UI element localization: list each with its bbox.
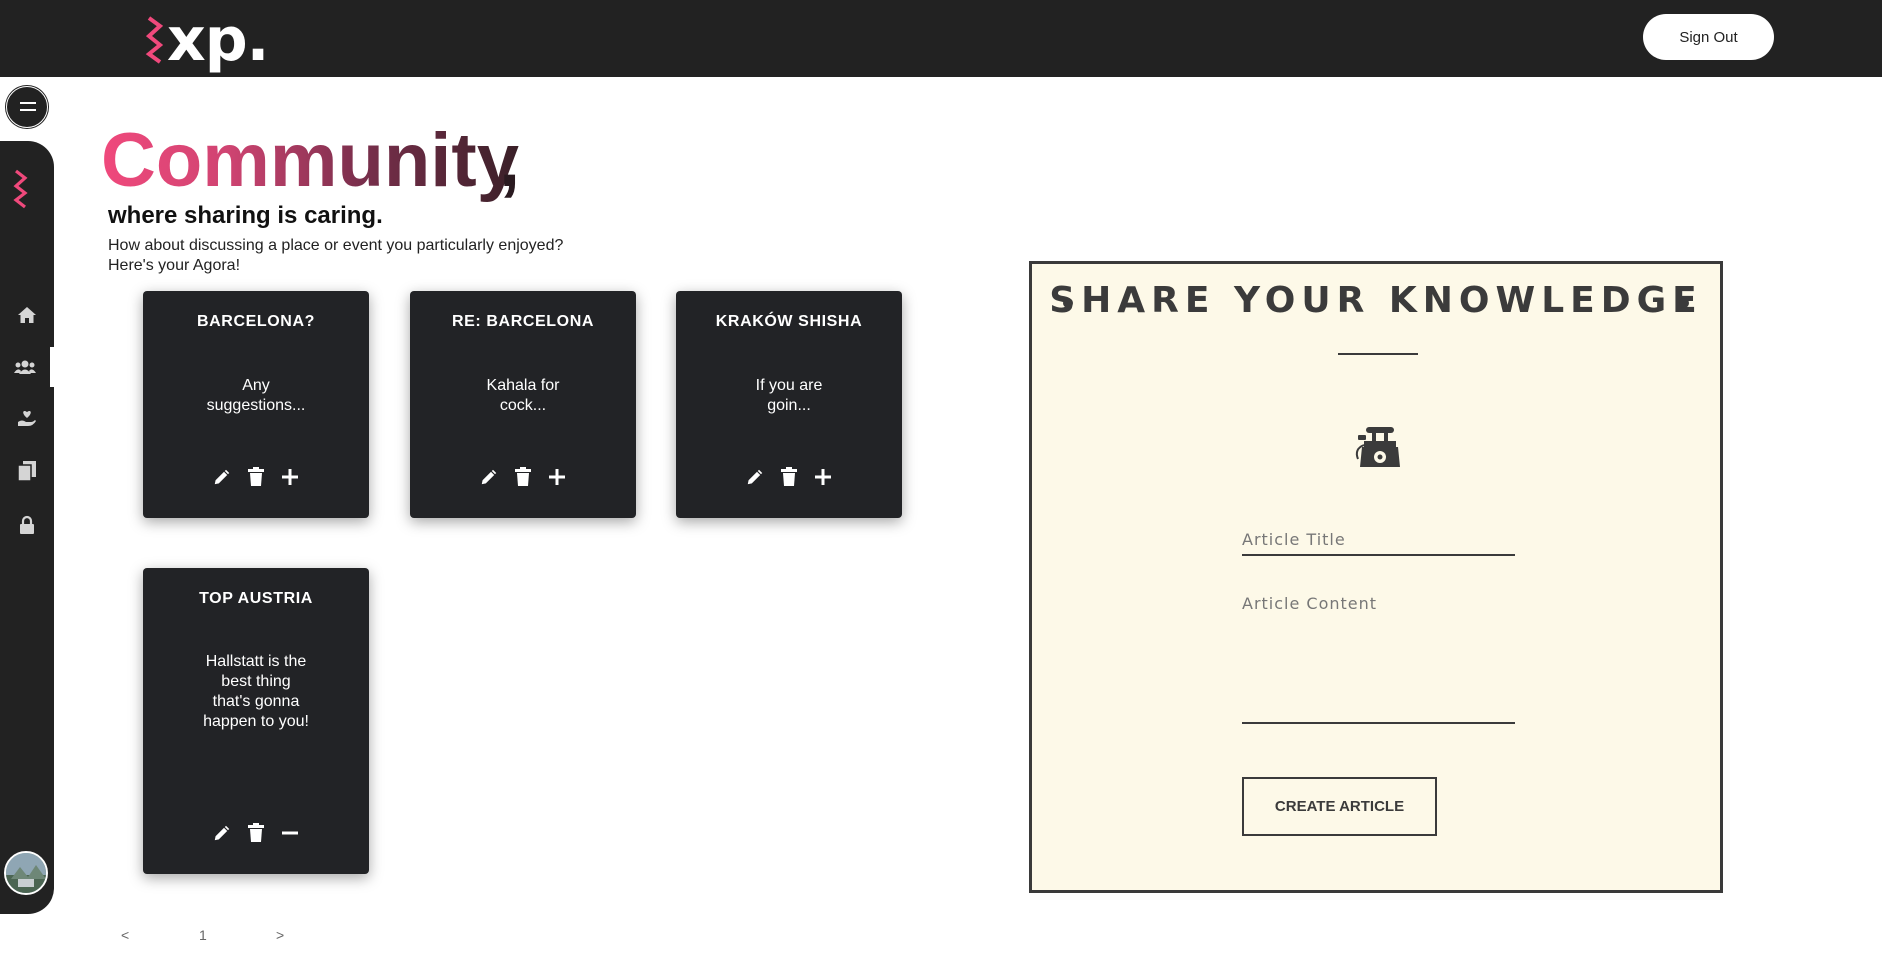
trash-icon	[248, 823, 264, 842]
card-actions	[410, 464, 636, 490]
page-description: How about discussing a place or event yo…	[108, 237, 564, 274]
add-button[interactable]	[812, 466, 834, 488]
share-knowledge-panel: SHARE YOUR KNOWLEDGE CREATE ARTICLE	[1029, 261, 1723, 893]
top-bar: xp. Sign Out	[0, 0, 1882, 77]
pencil-icon	[213, 824, 231, 842]
avatar-photo	[6, 853, 46, 893]
title-dot-right	[1679, 298, 1689, 308]
page-subtitle: where sharing is caring.	[108, 202, 383, 229]
card-actions	[143, 820, 369, 846]
minus-icon	[282, 831, 298, 835]
sidebar-item-documents[interactable]	[0, 451, 54, 491]
page-title-comma: ,	[499, 118, 521, 203]
pagination-next[interactable]: >	[276, 927, 284, 943]
pencil-icon	[480, 468, 498, 486]
community-icon	[14, 360, 36, 374]
delete-button[interactable]	[512, 466, 534, 488]
home-icon	[18, 307, 36, 323]
article-content-input[interactable]	[1242, 594, 1515, 724]
article-card[interactable]: RE: BARCELONA Kahala for cock...	[410, 291, 636, 518]
pagination-current-page[interactable]: 1	[199, 927, 207, 943]
delete-button[interactable]	[778, 466, 800, 488]
edit-button[interactable]	[744, 466, 766, 488]
plus-icon	[282, 469, 298, 485]
delete-button[interactable]	[245, 466, 267, 488]
pencil-icon	[213, 468, 231, 486]
article-card[interactable]: KRAKÓW SHISHA If you are goin...	[676, 291, 902, 518]
delete-button[interactable]	[245, 822, 267, 844]
card-excerpt: Kahala for cock...	[486, 377, 560, 414]
documents-icon	[17, 461, 36, 482]
collapse-button[interactable]	[279, 822, 301, 844]
article-card-expanded[interactable]: TOP AUSTRIA Hallstatt is the best thing …	[143, 568, 369, 874]
card-actions	[676, 464, 902, 490]
card-title: BARCELONA?	[197, 313, 315, 330]
add-button[interactable]	[546, 466, 568, 488]
sidebar	[0, 141, 54, 914]
lock-icon	[20, 515, 34, 534]
menu-line-icon	[20, 109, 36, 111]
edit-button[interactable]	[211, 466, 233, 488]
menu-line-icon	[20, 102, 36, 104]
article-title-input[interactable]	[1242, 524, 1515, 556]
article-card[interactable]: BARCELONA? Any suggestions...	[143, 291, 369, 518]
sidebar-logo[interactable]	[12, 169, 28, 214]
share-panel-title: SHARE YOUR KNOWLEDGE	[1049, 280, 1703, 321]
card-actions	[143, 464, 369, 490]
sidebar-item-community[interactable]	[0, 347, 54, 387]
heart-hand-icon	[18, 410, 36, 426]
vintage-telephone-icon	[1352, 425, 1404, 474]
card-excerpt: If you are goin...	[755, 377, 823, 414]
title-divider	[1338, 353, 1418, 355]
edit-button[interactable]	[211, 822, 233, 844]
plus-icon	[549, 469, 565, 485]
card-excerpt: Hallstatt is the best thing that's gonna…	[203, 653, 309, 730]
sidebar-item-home[interactable]	[0, 295, 54, 335]
trash-icon	[515, 467, 531, 486]
card-title: RE: BARCELONA	[451, 313, 595, 330]
pencil-icon	[746, 468, 764, 486]
plus-icon	[815, 469, 831, 485]
add-button[interactable]	[279, 466, 301, 488]
sidebar-item-favorites[interactable]	[0, 398, 54, 438]
edit-button[interactable]	[478, 466, 500, 488]
sidebar-item-locked[interactable]	[0, 505, 54, 545]
menu-toggle-button[interactable]	[6, 86, 48, 128]
zigzag-logo-icon	[13, 169, 28, 209]
zigzag-logo-icon	[145, 16, 163, 64]
card-excerpt: Any suggestions...	[206, 377, 306, 414]
page-title: Community	[101, 118, 519, 203]
sign-out-button[interactable]: Sign Out	[1643, 14, 1774, 60]
create-article-button[interactable]: CREATE ARTICLE	[1242, 777, 1437, 836]
logo-text: xp.	[167, 5, 269, 75]
app-logo[interactable]: xp.	[145, 5, 269, 75]
card-title: TOP AUSTRIA	[199, 590, 313, 607]
trash-icon	[781, 467, 797, 486]
card-title: KRAKÓW SHISHA	[715, 313, 863, 330]
pagination-prev[interactable]: <	[121, 927, 129, 943]
trash-icon	[248, 467, 264, 486]
user-avatar[interactable]	[4, 851, 48, 895]
